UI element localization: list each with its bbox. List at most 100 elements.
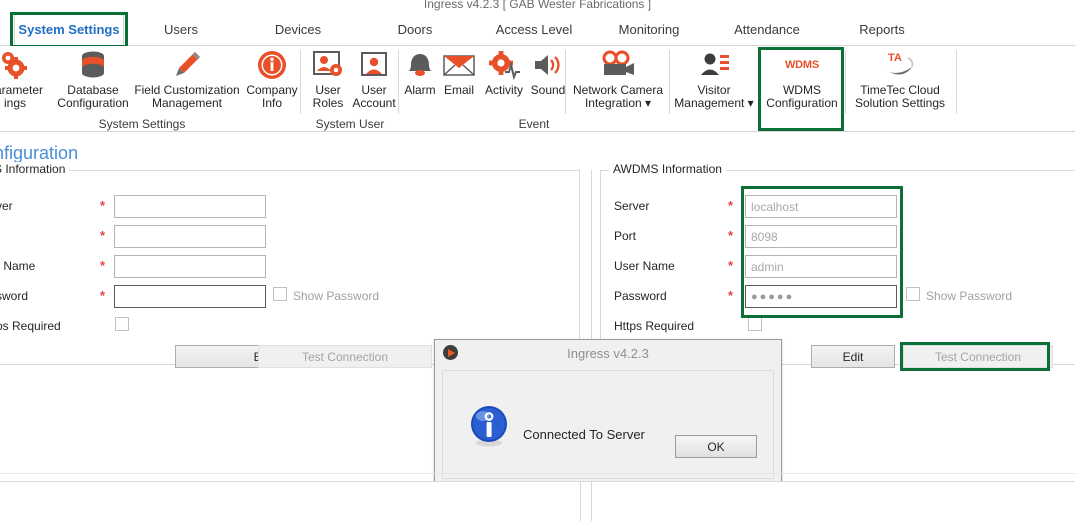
ribbon-group-label-system-user: System User <box>315 117 385 131</box>
user-name-input[interactable] <box>114 255 266 278</box>
server-input[interactable] <box>114 195 266 218</box>
ribbon-item-label: WDMS Configuration <box>766 83 838 110</box>
dialog-titlebar: Ingress v4.2.3 <box>435 340 781 366</box>
right-panel-legend: AWDMS Information <box>609 162 726 176</box>
field-row: Password * ●●●●● Show Password <box>600 285 1070 309</box>
required-asterisk: * <box>100 198 106 213</box>
info-circle-icon <box>256 48 288 82</box>
field-row: ver * <box>0 195 560 219</box>
tab-label: Users <box>164 22 198 37</box>
tab-reports[interactable]: Reports <box>846 13 918 46</box>
field-row: Https Required <box>600 315 1070 339</box>
page-title: S Configuration <box>0 143 79 163</box>
ribbon-group-separator <box>758 50 759 114</box>
application-window: Ingress v4.2.3 [ GAB Wester Fabrications… <box>0 0 1075 521</box>
input-value: ●●●●● <box>751 290 795 303</box>
ribbon-item-email[interactable]: Email <box>440 48 478 97</box>
tab-label: System Settings <box>18 22 120 37</box>
https-required-checkbox[interactable] <box>115 317 129 331</box>
input-value: localhost <box>751 199 799 214</box>
user-roles-icon <box>312 48 344 82</box>
field-label-port: Port <box>614 229 637 243</box>
window-title: Ingress v4.2.3 [ GAB Wester Fabrications… <box>423 0 652 11</box>
ribbon-item-label: Network Camera Integration ▾ <box>572 83 664 110</box>
wdms-icon: WDMS <box>785 48 819 82</box>
ribbon-item-user-roles[interactable]: User Roles <box>306 48 350 110</box>
ribbon-item-field-customization-management[interactable]: Field Customization Management <box>134 48 240 110</box>
tab-attendance[interactable]: Attendance <box>726 13 808 46</box>
show-password-checkbox[interactable] <box>273 287 287 301</box>
left-test-connection-button[interactable]: Test Connection <box>258 345 432 368</box>
dialog-ok-button[interactable]: OK <box>675 435 757 458</box>
dialog-title: Ingress v4.2.3 <box>567 345 649 361</box>
timetec-icon: TA <box>878 48 922 82</box>
bell-icon <box>405 48 435 82</box>
dialog-body: Connected To Server OK <box>442 370 774 479</box>
ribbon-item-label: Alarm <box>404 83 436 97</box>
awdms-show-password-checkbox[interactable] <box>906 287 920 301</box>
password-input[interactable] <box>114 285 266 308</box>
ribbon-item-parameter-settings[interactable]: Parameter ings <box>0 48 46 110</box>
ribbon-group-label-system-settings: System Settings <box>98 117 186 131</box>
ribbon-item-label: Activity <box>484 83 523 97</box>
ribbon: Parameter ings Database Configuration <box>0 46 1075 132</box>
required-asterisk: * <box>728 198 734 213</box>
ribbon-item-label: Sound <box>530 83 566 97</box>
required-asterisk: * <box>728 288 734 303</box>
svg-text:TA: TA <box>888 52 902 64</box>
required-asterisk: * <box>100 258 106 273</box>
field-row: Port * 8098 <box>600 225 1070 249</box>
window-titlebar: Ingress v4.2.3 [ GAB Wester Fabrications… <box>0 0 1075 12</box>
ribbon-item-database-configuration[interactable]: Database Configuration <box>56 48 130 110</box>
awdms-user-name-input[interactable]: admin <box>745 255 897 278</box>
tab-label: Attendance <box>734 22 800 37</box>
bottom-panel <box>0 481 1075 521</box>
right-panel-awdms-information: AWDMS Information Server * localhost Por… <box>600 162 1075 365</box>
ribbon-group-separator <box>300 50 301 114</box>
input-value: admin <box>751 259 784 274</box>
field-label-user-name: User Name <box>614 259 675 273</box>
left-panel-information: S Information ver * : * r Name * <box>0 162 580 365</box>
ribbon-group-separator <box>398 50 399 114</box>
awdms-test-connection-button[interactable]: Test Connection <box>903 345 1053 368</box>
ribbon-item-user-account[interactable]: User Account <box>350 48 398 110</box>
visitor-icon <box>697 48 731 82</box>
user-account-icon <box>359 48 389 82</box>
ribbon-item-sound[interactable]: Sound <box>528 48 568 97</box>
awdms-port-input[interactable]: 8098 <box>745 225 897 248</box>
field-label-server: Server <box>614 199 650 213</box>
awdms-https-required-checkbox[interactable] <box>748 317 762 331</box>
ribbon-item-visitor-management[interactable]: Visitor Management ▾ <box>672 48 756 110</box>
tab-doors[interactable]: Doors <box>385 13 445 46</box>
ribbon-item-activity[interactable]: Activity <box>480 48 528 97</box>
field-row: User Name * admin <box>600 255 1070 279</box>
awdms-edit-button[interactable]: Edit <box>811 345 895 368</box>
field-label-https-required: os Required <box>0 319 61 333</box>
field-label-user-name: r Name <box>0 259 36 273</box>
pencil-icon <box>171 48 203 82</box>
required-asterisk: * <box>100 288 106 303</box>
awdms-password-input[interactable]: ●●●●● <box>745 285 897 308</box>
ribbon-item-wdms-configuration[interactable]: WDMS WDMS Configuration <box>762 48 842 110</box>
ribbon-item-label: Visitor Management ▾ <box>674 83 754 110</box>
info-icon <box>467 404 511 448</box>
ribbon-item-company-info[interactable]: Company Info <box>244 48 300 110</box>
tab-devices[interactable]: Devices <box>260 13 336 46</box>
ribbon-tabstrip: System Settings Users Devices Doors Acce… <box>0 12 1075 48</box>
field-row: os Required <box>0 315 560 339</box>
port-input[interactable] <box>114 225 266 248</box>
ribbon-item-timetec-cloud-solution-settings[interactable]: TA TimeTec Cloud Solution Settings <box>848 48 952 110</box>
tab-access-level[interactable]: Access Level <box>492 13 576 46</box>
ribbon-item-label: Company Info <box>246 83 298 110</box>
ribbon-item-network-camera-integration[interactable]: Network Camera Integration ▾ <box>570 48 666 110</box>
tab-system-settings[interactable]: System Settings <box>14 13 124 46</box>
activity-gear-icon <box>487 48 521 82</box>
tab-label: Devices <box>274 22 322 37</box>
envelope-icon <box>443 48 475 82</box>
tab-monitoring[interactable]: Monitoring <box>608 13 690 46</box>
tab-users[interactable]: Users <box>148 13 214 46</box>
awdms-server-input[interactable]: localhost <box>745 195 897 218</box>
tab-label: Access Level <box>495 22 573 37</box>
ribbon-item-alarm[interactable]: Alarm <box>402 48 438 97</box>
field-label-password: sword <box>0 289 29 303</box>
